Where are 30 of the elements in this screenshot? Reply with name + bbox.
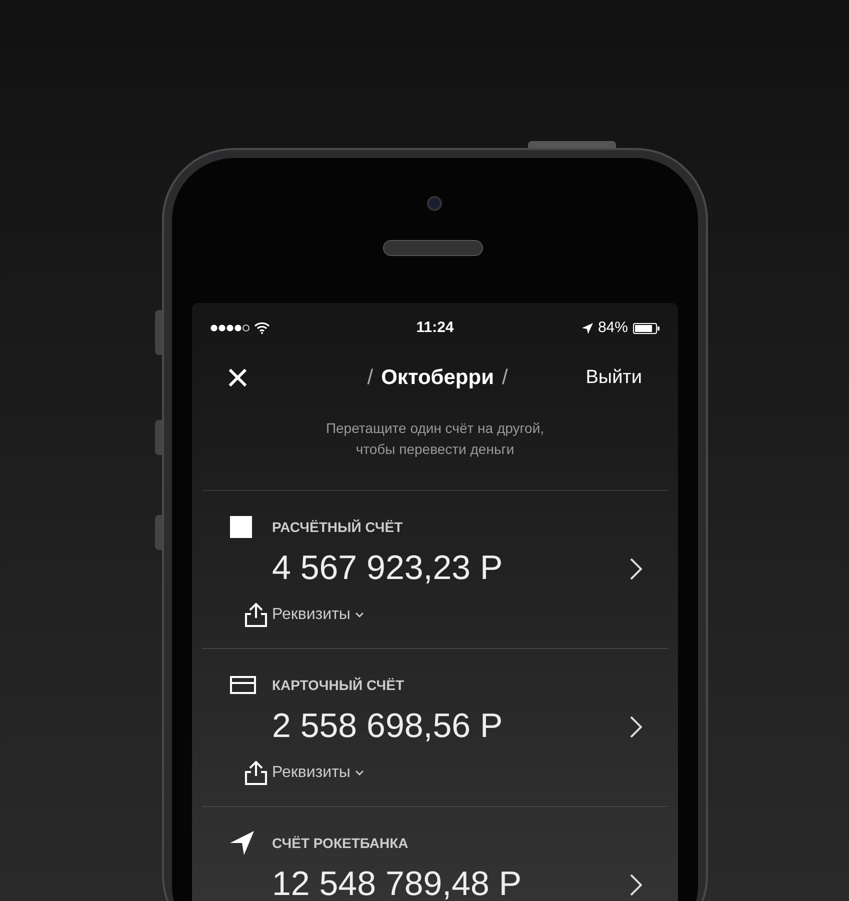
- chevron-right-icon[interactable]: [630, 558, 642, 580]
- screen-title: Октоберри: [381, 365, 494, 392]
- battery-icon: [632, 322, 660, 334]
- location-arrow-icon: [582, 322, 593, 334]
- hint-text: Перетащите один счёт на другой, чтобы перевести деньги: [202, 418, 668, 491]
- battery-percent: 84%: [598, 318, 628, 338]
- account-name: СЧЁТ РОКЕТБАНКА: [272, 834, 408, 852]
- account-amount: 4 567 923,23 Р: [272, 548, 503, 589]
- status-time: 11:24: [416, 318, 454, 338]
- chevron-right-icon[interactable]: [630, 874, 642, 896]
- account-name: РАСЧЁТНЫЙ СЧЁТ: [272, 518, 403, 536]
- account-name: КАРТОЧНЫЙ СЧЁТ: [272, 676, 404, 694]
- chevron-right-icon[interactable]: [630, 716, 642, 738]
- card-icon: [230, 676, 256, 694]
- chevron-down-icon: [355, 770, 364, 776]
- chevron-down-icon: [355, 612, 364, 618]
- share-icon[interactable]: [244, 602, 268, 628]
- share-icon[interactable]: [244, 760, 268, 786]
- wifi-icon: [254, 322, 270, 334]
- arrow-pointer-icon: [230, 831, 254, 855]
- logout-button[interactable]: Выйти: [586, 364, 642, 392]
- title-slash: /: [367, 365, 374, 392]
- signal-icon: [210, 324, 250, 332]
- square-icon: [230, 516, 252, 538]
- account-amount: 12 548 789,48 Р: [272, 864, 522, 901]
- title-slash: /: [502, 365, 508, 392]
- account-amount: 2 558 698,56 Р: [272, 706, 503, 747]
- close-button[interactable]: ×: [226, 358, 250, 398]
- details-dropdown[interactable]: Реквизиты: [272, 603, 364, 627]
- details-dropdown[interactable]: Реквизиты: [272, 761, 364, 785]
